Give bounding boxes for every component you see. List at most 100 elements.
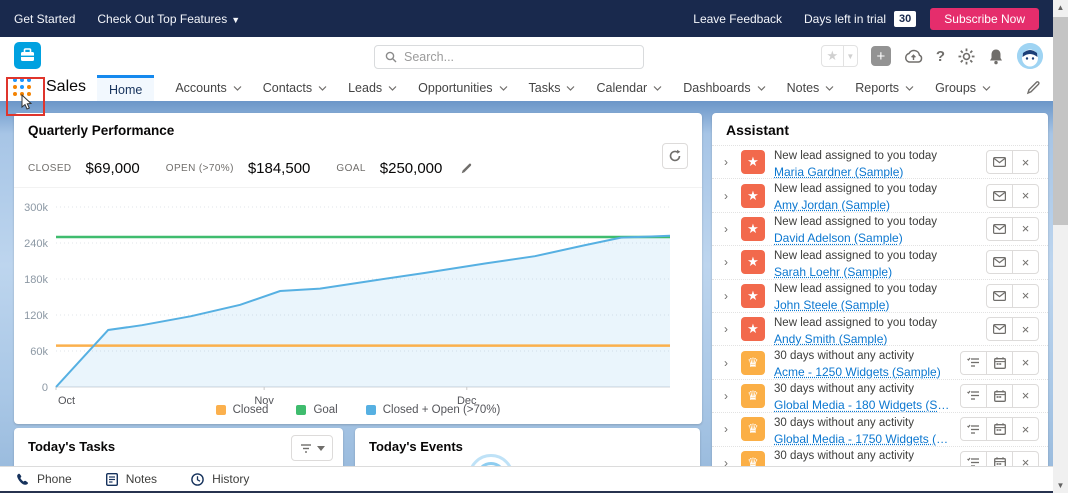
history-icon bbox=[191, 473, 204, 486]
tab-contacts[interactable]: Contacts bbox=[263, 75, 327, 101]
expand-chevron-icon[interactable]: › bbox=[724, 456, 732, 466]
dismiss-button[interactable]: × bbox=[1012, 250, 1039, 274]
notifications-bell-icon[interactable] bbox=[988, 48, 1004, 65]
app-launcher-icon[interactable] bbox=[13, 78, 35, 98]
todays-events-card: Today's Events bbox=[355, 428, 700, 466]
tab-notes[interactable]: Notes bbox=[787, 75, 835, 101]
dismiss-button[interactable]: × bbox=[1012, 451, 1039, 466]
tab-groups[interactable]: Groups bbox=[935, 75, 991, 101]
global-actions-button[interactable]: + bbox=[871, 46, 891, 66]
assistant-title: Assistant bbox=[712, 113, 1048, 145]
metric-value: $69,000 bbox=[86, 160, 140, 177]
email-button[interactable] bbox=[986, 284, 1013, 308]
dismiss-button[interactable]: × bbox=[1012, 417, 1039, 441]
tab-leads[interactable]: Leads bbox=[348, 75, 397, 101]
help-icon[interactable]: ? bbox=[936, 48, 945, 65]
expand-chevron-icon[interactable]: › bbox=[724, 289, 732, 303]
top-features-menu[interactable]: Check Out Top Features▼ bbox=[97, 12, 240, 26]
refresh-icon bbox=[668, 149, 682, 163]
tab-label: Home bbox=[109, 83, 142, 97]
dismiss-button[interactable]: × bbox=[1012, 184, 1039, 208]
lead-icon: ★ bbox=[741, 250, 765, 274]
get-started-link[interactable]: Get Started bbox=[14, 12, 75, 26]
dismiss-button[interactable]: × bbox=[1012, 351, 1039, 375]
utility-item-phone[interactable]: Phone bbox=[16, 472, 72, 486]
subscribe-now-button[interactable]: Subscribe Now bbox=[930, 8, 1039, 30]
email-icon bbox=[993, 191, 1006, 201]
expand-chevron-icon[interactable]: › bbox=[724, 322, 732, 336]
trial-banner: Get Started Check Out Top Features▼ Leav… bbox=[0, 0, 1053, 37]
assistant-item: ›★New lead assigned to you todayAmy Jord… bbox=[712, 178, 1048, 211]
create-task-button[interactable] bbox=[960, 351, 987, 375]
create-task-button[interactable] bbox=[960, 451, 987, 466]
legend-label: Goal bbox=[313, 404, 337, 416]
scrollbar-thumb[interactable] bbox=[1053, 17, 1068, 225]
tasks-filter-button[interactable] bbox=[291, 435, 333, 461]
expand-chevron-icon[interactable]: › bbox=[724, 422, 732, 436]
assistant-item-title: New lead assigned to you today bbox=[774, 150, 937, 162]
create-event-icon bbox=[994, 457, 1006, 466]
guidance-center-icon[interactable] bbox=[904, 49, 923, 64]
create-task-button[interactable] bbox=[960, 384, 987, 408]
tab-dashboards[interactable]: Dashboards bbox=[683, 75, 765, 101]
phone-icon bbox=[16, 473, 29, 486]
email-icon bbox=[993, 291, 1006, 301]
expand-chevron-icon[interactable]: › bbox=[724, 189, 732, 203]
expand-chevron-icon[interactable]: › bbox=[724, 255, 732, 269]
dismiss-button[interactable]: × bbox=[1012, 384, 1039, 408]
utility-item-notes[interactable]: Notes bbox=[106, 472, 157, 486]
create-event-button[interactable] bbox=[986, 384, 1013, 408]
tab-reports[interactable]: Reports bbox=[855, 75, 914, 101]
tab-tasks[interactable]: Tasks bbox=[529, 75, 576, 101]
setup-gear-icon[interactable] bbox=[958, 48, 975, 65]
email-button[interactable] bbox=[986, 250, 1013, 274]
edit-nav-pencil-icon[interactable] bbox=[1026, 80, 1041, 95]
current-app-name[interactable]: Sales bbox=[46, 78, 86, 96]
tab-label: Dashboards bbox=[683, 81, 750, 95]
leave-feedback-link[interactable]: Leave Feedback bbox=[693, 12, 782, 26]
scroll-up-arrow[interactable]: ▲ bbox=[1053, 0, 1068, 15]
dismiss-button[interactable]: × bbox=[1012, 150, 1039, 174]
salesforce-app-logo[interactable] bbox=[14, 42, 41, 69]
assistant-item-title: New lead assigned to you today bbox=[774, 317, 937, 329]
scroll-down-arrow[interactable]: ▼ bbox=[1053, 478, 1068, 493]
dismiss-button[interactable]: × bbox=[1012, 217, 1039, 241]
create-event-button[interactable] bbox=[986, 417, 1013, 441]
global-search-input[interactable]: Search... bbox=[374, 45, 644, 69]
edit-goal-pencil-icon[interactable] bbox=[460, 162, 473, 175]
email-button[interactable] bbox=[986, 184, 1013, 208]
utility-item-history[interactable]: History bbox=[191, 472, 249, 486]
expand-chevron-icon[interactable]: › bbox=[724, 356, 732, 370]
tab-home[interactable]: Home bbox=[97, 75, 154, 101]
caret-down-icon bbox=[317, 446, 325, 451]
favorite-star-button[interactable]: ★ bbox=[821, 45, 844, 67]
create-task-button[interactable] bbox=[960, 417, 987, 441]
dismiss-button[interactable]: × bbox=[1012, 284, 1039, 308]
create-event-button[interactable] bbox=[986, 351, 1013, 375]
tab-accounts[interactable]: Accounts bbox=[175, 75, 241, 101]
assistant-item: ›♛30 days without any activityAcme - 125… bbox=[712, 345, 1048, 378]
expand-chevron-icon[interactable]: › bbox=[724, 222, 732, 236]
create-event-button[interactable] bbox=[986, 451, 1013, 466]
astro-avatar-icon bbox=[1017, 43, 1043, 69]
svg-text:240k: 240k bbox=[24, 238, 48, 250]
expand-chevron-icon[interactable]: › bbox=[724, 155, 732, 169]
assistant-item-title: New lead assigned to you today bbox=[774, 216, 937, 228]
email-button[interactable] bbox=[986, 150, 1013, 174]
tab-label: Forecasts bbox=[1012, 81, 1013, 95]
tab-calendar[interactable]: Calendar bbox=[596, 75, 662, 101]
refresh-button[interactable] bbox=[662, 143, 688, 169]
favorites-dropdown-button[interactable]: ▼ bbox=[843, 45, 858, 67]
email-button[interactable] bbox=[986, 317, 1013, 341]
trial-days-label: Days left in trial bbox=[804, 12, 886, 26]
utility-item-label: Notes bbox=[126, 472, 157, 486]
tab-forecasts[interactable]: Forecasts bbox=[1012, 75, 1013, 101]
tab-opportunities[interactable]: Opportunities bbox=[418, 75, 507, 101]
user-avatar[interactable] bbox=[1017, 43, 1043, 69]
page-scrollbar[interactable]: ▲ ▼ bbox=[1053, 0, 1068, 493]
chevron-down-icon bbox=[825, 86, 834, 91]
loading-spinner bbox=[468, 454, 514, 466]
expand-chevron-icon[interactable]: › bbox=[724, 389, 732, 403]
dismiss-button[interactable]: × bbox=[1012, 317, 1039, 341]
email-button[interactable] bbox=[986, 217, 1013, 241]
